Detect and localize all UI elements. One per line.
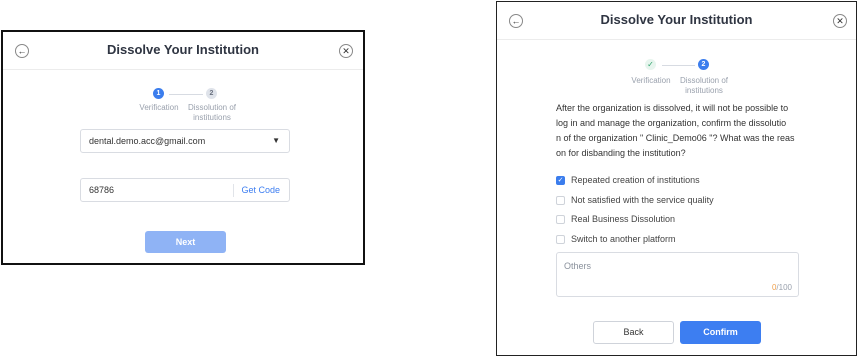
confirm-button[interactable]: Confirm — [680, 321, 761, 344]
dialog-title: Dissolve Your Institution — [107, 42, 259, 57]
close-icon[interactable]: ✕ — [339, 44, 353, 58]
step-2-indicator: 2 — [206, 88, 217, 99]
dissolution-warning-text: After the organization is dissolved, it … — [556, 103, 795, 158]
email-select-value: dental.demo.acc@gmail.com — [89, 136, 206, 146]
step-1-indicator: 1 — [153, 88, 164, 99]
get-code-link[interactable]: Get Code — [241, 185, 280, 195]
dissolution-dialog: ← Dissolve Your Institution ✕ ✓ 2 Verifi… — [496, 1, 857, 356]
code-value: 68786 — [89, 185, 115, 195]
character-counter: 0/100 — [771, 283, 792, 292]
close-icon[interactable]: ✕ — [833, 14, 847, 28]
others-placeholder: Others — [564, 261, 592, 271]
next-button[interactable]: Next — [145, 231, 226, 253]
step-2-indicator: 2 — [698, 59, 709, 70]
step-connector — [662, 65, 695, 66]
step-connector — [169, 94, 203, 95]
step-2-label: Dissolution of institutions — [187, 103, 237, 122]
verification-dialog: ← Dissolve Your Institution ✕ 1 2 Verifi… — [1, 30, 365, 265]
check-icon: ✓ — [645, 59, 656, 70]
step-1-label: Verification — [631, 76, 671, 85]
checkbox-icon[interactable] — [556, 215, 565, 224]
checkbox-icon[interactable] — [556, 196, 565, 205]
checkbox-icon[interactable] — [556, 235, 565, 244]
verification-code-input[interactable]: 68786 Get Code — [80, 178, 290, 202]
dialog-title: Dissolve Your Institution — [600, 12, 753, 27]
input-divider — [233, 184, 234, 197]
checkbox-checked-icon[interactable]: ✓ — [556, 176, 565, 185]
back-button[interactable]: Back — [593, 321, 674, 344]
dialog-header: ← Dissolve Your Institution ✕ — [497, 2, 856, 40]
others-textarea[interactable]: Others 0/100 — [556, 252, 799, 297]
email-select[interactable]: dental.demo.acc@gmail.com ▼ — [80, 129, 290, 153]
step-1-label: Verification — [139, 103, 179, 112]
chevron-down-icon: ▼ — [272, 136, 280, 145]
dialog-header: ← Dissolve Your Institution ✕ — [3, 32, 363, 70]
step-2-label: Dissolution of institutions — [679, 76, 729, 95]
